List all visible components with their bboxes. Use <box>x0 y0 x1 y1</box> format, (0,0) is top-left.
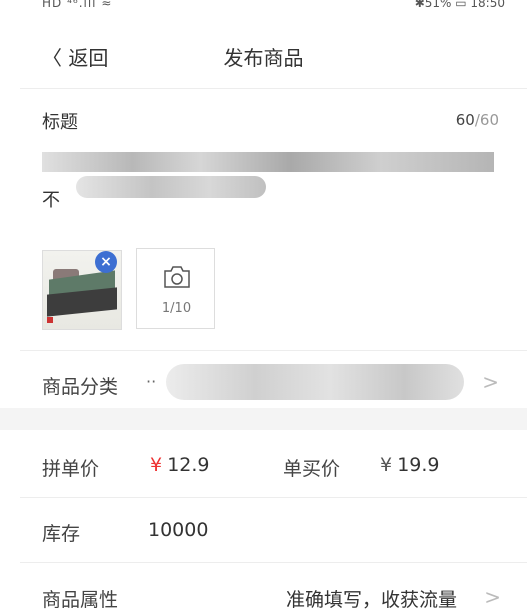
redacted-text <box>76 176 266 198</box>
stock-input[interactable]: 10000 <box>148 519 208 541</box>
camera-icon <box>164 266 190 288</box>
title-char-max: /60 <box>474 111 499 129</box>
stock-label: 库存 <box>42 523 81 545</box>
title-label: 标题 <box>42 112 78 133</box>
title-input[interactable] <box>40 132 500 212</box>
redacted-text <box>42 152 494 172</box>
single-price-currency: ¥ <box>380 454 393 476</box>
category-row[interactable]: 商品分类 ·· > <box>0 352 527 408</box>
title-visible-text: 不 <box>42 190 60 211</box>
signal-indicators: HD ⁴⁶.ıll ≈ <box>42 0 113 10</box>
divider <box>20 350 527 351</box>
battery-time: ✱51% ▭ 18:50 <box>414 0 505 10</box>
attributes-label: 商品属性 <box>42 589 119 611</box>
section-separator <box>0 408 527 430</box>
divider <box>20 88 527 89</box>
attributes-hint: 准确填写，收获流量 <box>286 589 458 611</box>
single-price-value: 19.9 <box>397 454 440 476</box>
category-label: 商品分类 <box>42 376 119 398</box>
title-char-counter: 60/60 <box>456 111 499 129</box>
attributes-row[interactable]: 商品属性 准确填写，收获流量 > <box>0 563 527 611</box>
group-price-field[interactable]: ¥ 12.9 <box>150 454 210 476</box>
status-bar: HD ⁴⁶.ıll ≈ ✱51% ▭ 18:50 <box>0 0 527 18</box>
single-price-label: 单买价 <box>283 458 341 480</box>
category-prefix: ·· <box>146 372 157 391</box>
group-price-label: 拼单价 <box>42 458 100 480</box>
chevron-right-icon: > <box>484 585 501 609</box>
title-char-count: 60 <box>455 111 475 129</box>
page-title: 发布商品 <box>223 46 304 70</box>
divider <box>20 497 527 498</box>
chevron-right-icon: > <box>482 370 499 394</box>
group-price-value: 12.9 <box>167 454 210 476</box>
single-price-field[interactable]: ¥ 19.9 <box>380 454 440 476</box>
add-photo-button[interactable]: 1/10 <box>136 248 215 329</box>
remove-photo-icon[interactable]: × <box>95 251 117 273</box>
redacted-category-value <box>166 364 464 400</box>
photo-count: 1/10 <box>161 301 192 316</box>
group-price-currency: ¥ <box>150 454 163 476</box>
